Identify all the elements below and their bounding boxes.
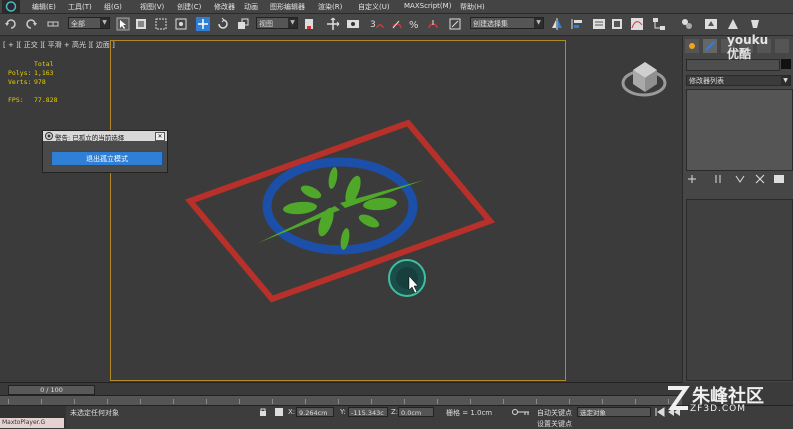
close-icon[interactable]: ✕ (155, 132, 165, 141)
track-bar-tick (41, 399, 42, 404)
track-bar-tick (503, 399, 504, 404)
pin-stack-icon[interactable] (688, 175, 696, 183)
modifier-stack[interactable] (686, 89, 793, 171)
remove-modifier-icon[interactable] (755, 174, 765, 184)
modifier-list-label: 修改器列表 (689, 77, 724, 85)
make-unique-icon[interactable] (735, 175, 745, 183)
absolute-mode-icon[interactable] (274, 407, 284, 417)
youku-watermark-cn: 优酷 (727, 47, 752, 61)
youku-watermark: youku 优酷 (727, 33, 768, 61)
z-coordinate-field[interactable]: 0.0cm (398, 407, 434, 417)
track-bar-tick (437, 399, 438, 404)
lock-selection-icon[interactable] (258, 407, 268, 417)
y-coordinate-field[interactable]: -115.343c (348, 407, 388, 417)
y-label: Y: (340, 408, 346, 416)
time-slider[interactable]: 0 / 100 (8, 385, 95, 395)
track-bar-tick (635, 399, 636, 404)
track-bar-tick (569, 399, 570, 404)
track-bar-tick (470, 399, 471, 404)
red-rectangle-frame[interactable] (184, 119, 496, 303)
track-bar-tick (272, 399, 273, 404)
x-coordinate-field[interactable]: 9.264cm (296, 407, 334, 417)
viewcube-icon[interactable] (621, 62, 667, 97)
key-filter-value: 选定对象 (580, 409, 606, 417)
zhufeng-logo-icon (668, 386, 690, 410)
track-bar-tick (107, 399, 108, 404)
configure-sets-icon[interactable] (774, 175, 784, 183)
track-bar-tick (206, 399, 207, 404)
exit-isolation-button[interactable]: 退出孤立模式 (51, 151, 163, 166)
track-bar-tick (173, 399, 174, 404)
key-filter-select[interactable]: 选定对象 (577, 407, 651, 417)
track-bar-tick (8, 399, 9, 404)
rollout-panel (686, 199, 793, 381)
dialog-title: 警告: 已孤立的当前选择 (55, 134, 125, 142)
command-panel: 修改器列表 ▼ (682, 36, 793, 382)
stack-buttons (688, 174, 784, 184)
track-bar-tick (239, 399, 240, 404)
track-bar-tick (140, 399, 141, 404)
show-end-result-icon[interactable] (715, 175, 721, 183)
site-watermark: 朱峰社区 ZF3D.COM (662, 380, 793, 427)
isolation-warning-dialog: 警告: 已孤立的当前选择 ✕ 退出孤立模式 (42, 130, 168, 173)
utilities-tab-icon[interactable] (775, 39, 789, 53)
site-watermark-url: ZF3D.COM (690, 404, 746, 414)
track-bar-tick (536, 399, 537, 404)
maxscript-listener[interactable]: MaxtoPlayer.G (0, 406, 66, 428)
grid-size: 栅格 = 1.0cm (446, 409, 493, 417)
modifier-list-select[interactable]: 修改器列表 ▼ (686, 75, 791, 86)
set-key-button[interactable]: 设置关键点 (537, 419, 572, 429)
x-label: X: (288, 408, 296, 416)
track-bar-tick (338, 399, 339, 404)
chevron-down-icon: ▼ (781, 76, 790, 85)
track-bar-tick (305, 399, 306, 404)
object-color-swatch[interactable] (781, 59, 791, 69)
viewport-scene (184, 62, 667, 303)
youku-watermark-text: youku (727, 33, 769, 47)
dialog-titlebar[interactable]: 警告: 已孤立的当前选择 ✕ (43, 131, 167, 142)
time-slider-bar: 0 / 100 (0, 382, 682, 395)
track-bar-tick (602, 399, 603, 404)
track-bar-tick (74, 399, 75, 404)
key-icon[interactable] (512, 408, 530, 416)
track-bar-tick (371, 399, 372, 404)
selection-status: 未选定任何对象 (70, 409, 119, 417)
warning-icon (45, 132, 53, 140)
track-bar-tick (404, 399, 405, 404)
auto-key-button[interactable]: 自动关键点 (537, 408, 572, 418)
